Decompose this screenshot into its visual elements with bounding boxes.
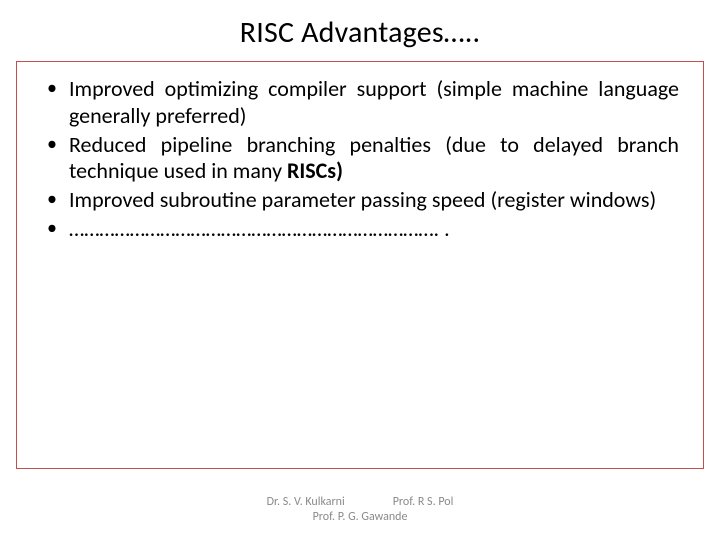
- bullet-list: Improved optimizing compiler support (si…: [41, 76, 679, 243]
- footer-line-2: Prof. P. G. Gawande: [0, 510, 720, 524]
- bullet-text: Improved optimizing compiler support (si…: [69, 75, 679, 129]
- page-title: RISC Advantages…..: [0, 0, 720, 57]
- bullet-text: Improved subroutine parameter passing sp…: [69, 186, 656, 213]
- bullet-text: ………………………………………………………………. .: [69, 215, 450, 242]
- footer-credits: Dr. S. V. Kulkarni Prof. R S. Pol Prof. P…: [0, 495, 720, 524]
- footer-name: Prof. P. G. Gawande: [313, 510, 408, 524]
- bullet-text: Reduced pipeline branching penalties (du…: [69, 131, 679, 185]
- list-item: Improved optimizing compiler support (si…: [41, 76, 679, 130]
- list-item: Reduced pipeline branching penalties (du…: [41, 132, 679, 186]
- content-frame: Improved optimizing compiler support (si…: [16, 61, 704, 469]
- footer-name: Dr. S. V. Kulkarni: [267, 495, 345, 509]
- footer-line-1: Dr. S. V. Kulkarni Prof. R S. Pol: [0, 495, 720, 509]
- footer-name: Prof. R S. Pol: [393, 495, 454, 509]
- list-item: ………………………………………………………………. .: [41, 216, 679, 243]
- list-item: Improved subroutine parameter passing sp…: [41, 187, 679, 214]
- bullet-text-bold: RISCs): [287, 157, 343, 184]
